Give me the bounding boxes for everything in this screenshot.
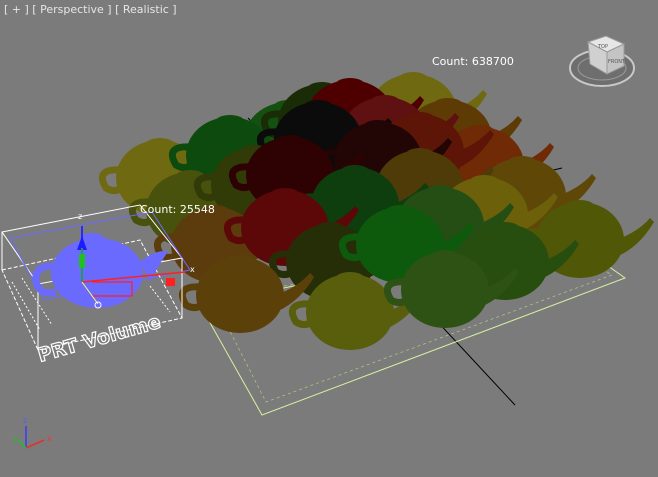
svg-text:y: y	[13, 434, 18, 443]
viewport-view-mode[interactable]: [ Perspective ]	[32, 3, 111, 16]
viewcube-top-label: TOP	[597, 44, 608, 50]
gizmo-y-handle	[79, 254, 85, 268]
svg-text:x: x	[47, 434, 52, 443]
scene-particle-count: Count: 638700	[432, 55, 514, 68]
prt-source-teapot[interactable]	[32, 233, 168, 308]
svg-text:z: z	[23, 416, 27, 425]
perspective-viewport[interactable]: z x PRT Volume TOP FRONT z x y [ + ] [ P…	[0, 0, 658, 477]
viewport-shading-mode[interactable]: [ Realistic ]	[115, 3, 177, 16]
prt-particle-count: Count: 25548	[140, 203, 215, 216]
viewport-label[interactable]: [ + ] [ Perspective ] [ Realistic ]	[4, 3, 177, 16]
viewport-menu[interactable]: [ + ]	[4, 3, 29, 16]
gizmo-x-handle	[166, 278, 175, 286]
gizmo-x-label: x	[190, 265, 195, 274]
world-axis-tripod: z x y	[13, 416, 52, 449]
viewcube[interactable]: TOP FRONT	[569, 35, 635, 87]
gizmo-z-label: z	[78, 212, 82, 221]
viewcube-front-label: FRONT	[608, 59, 626, 65]
prt-volume-label: PRT Volume	[35, 311, 163, 367]
scene-canvas[interactable]: z x PRT Volume TOP FRONT z x y	[0, 0, 658, 477]
